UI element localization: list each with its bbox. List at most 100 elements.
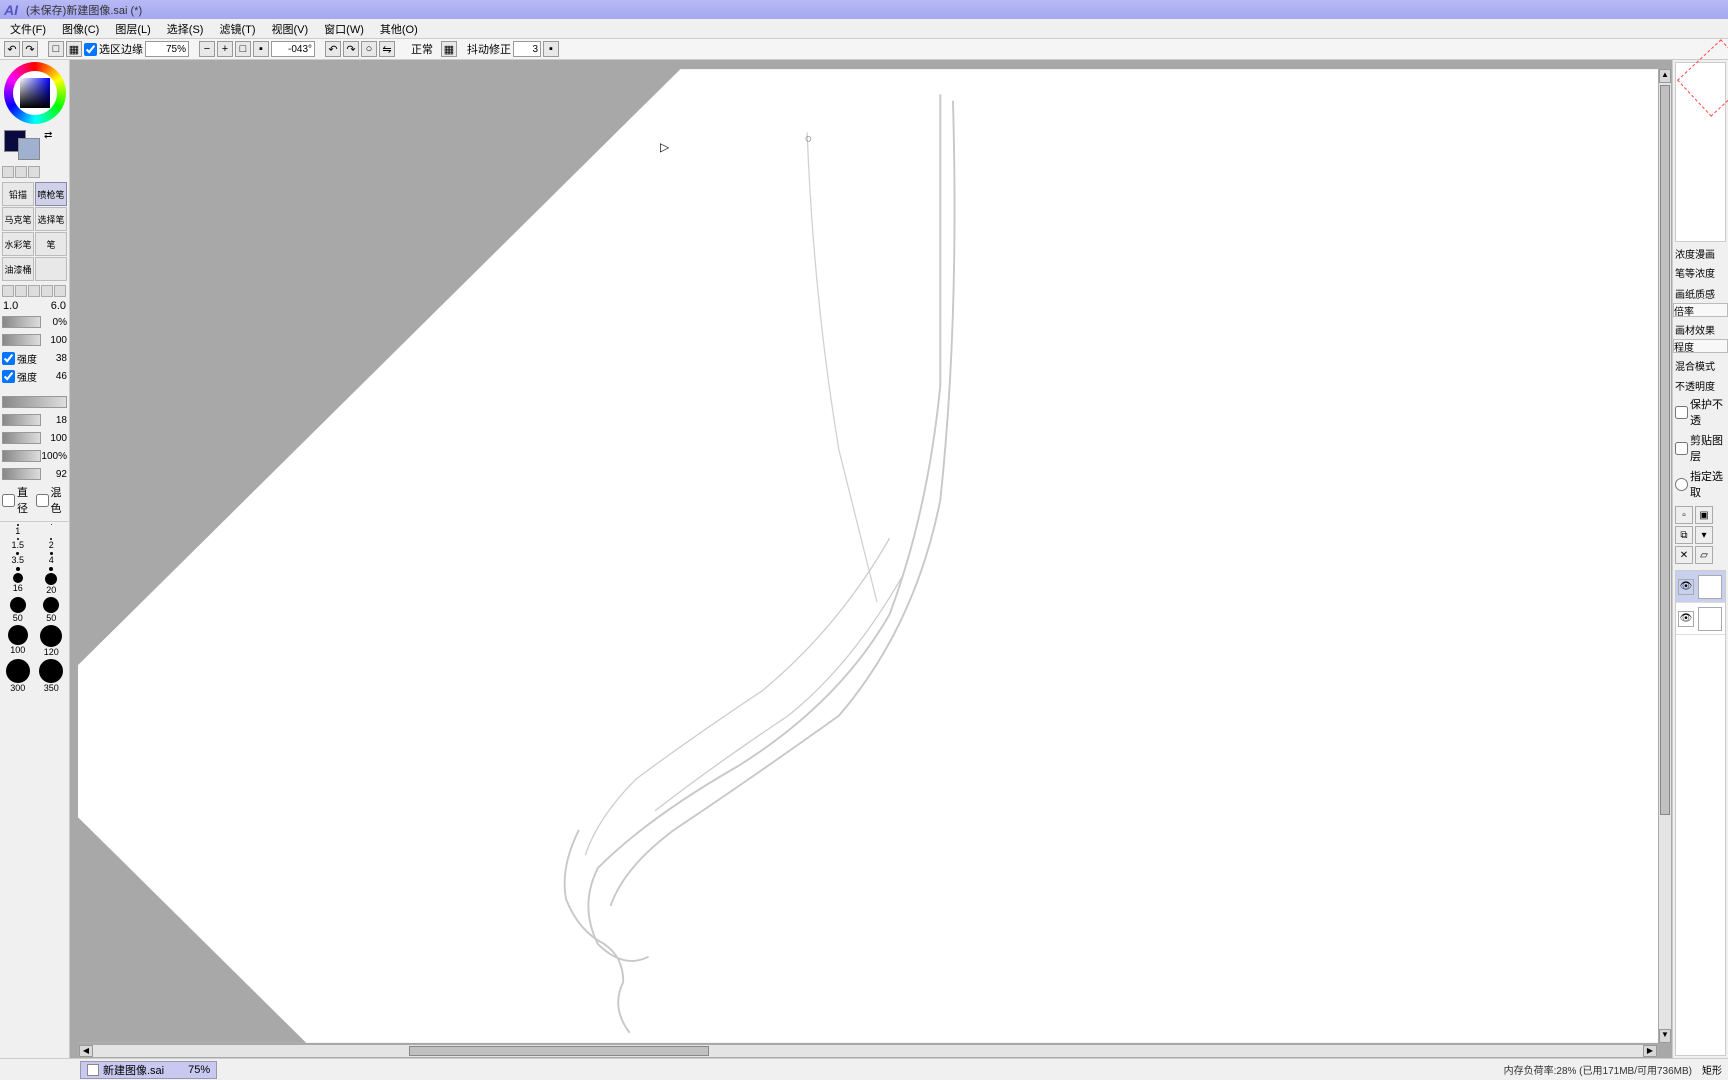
mode-icon-1[interactable] [2,166,14,178]
brush-preset[interactable] [36,567,68,571]
clip-layer-checkbox[interactable] [1675,442,1688,455]
brush-shape-1[interactable] [2,285,14,297]
brush-preset[interactable]: 20 [36,573,68,595]
brush-shape-5[interactable] [54,285,66,297]
menu-layer[interactable]: 图层(L) [107,19,158,39]
canvas-viewport[interactable]: ▷ [78,68,1658,1044]
slider-min-size[interactable]: 0% [2,314,67,330]
deselect-button[interactable]: □ [48,41,64,57]
vertical-scroll-thumb[interactable] [1660,85,1670,815]
brush-preset[interactable]: 100 [2,625,34,657]
menu-image[interactable]: 图像(C) [54,19,107,39]
slider-intensity-2[interactable]: 强度46 [2,368,67,384]
merge-down-button[interactable]: ▾ [1695,526,1713,544]
color-wheel[interactable] [4,62,66,124]
selection-edge-checkbox[interactable] [84,43,97,56]
slider-brush-size[interactable]: 18 [2,412,67,428]
new-layer-button[interactable]: ▫ [1675,506,1693,524]
nav-option-2[interactable]: 笔等浓度 [1675,265,1726,280]
brush-preset[interactable]: 16 [2,573,34,595]
mode-icon-2[interactable] [15,166,27,178]
layer-item-1[interactable]: 👁 [1676,571,1725,603]
menu-window[interactable]: 窗口(W) [316,19,372,39]
slider-flow[interactable]: 100% [2,448,67,464]
brush-preset[interactable]: 3.5 [2,552,34,565]
duplicate-layer-button[interactable]: ⧉ [1675,526,1693,544]
stabilizer-button[interactable]: ▪ [543,41,559,57]
tool-bucket[interactable]: 油漆桶 [2,257,34,281]
tool-airbrush[interactable]: 喷枪笔 [35,182,67,206]
rotate-reset-button[interactable]: ○ [361,41,377,57]
clear-layer-button[interactable]: ▱ [1695,546,1713,564]
menu-other[interactable]: 其他(O) [372,19,426,39]
tool-marker[interactable]: 马克笔 [2,207,34,231]
document-tab[interactable]: 新建图像.sai 75% [80,1061,217,1079]
brush-preset[interactable]: 2 [36,538,68,550]
horizontal-scrollbar[interactable]: ◀ ▶ [78,1044,1658,1058]
menu-file[interactable]: 文件(F) [2,19,54,39]
brush-preset[interactable]: 1.5 [2,538,34,550]
menu-view[interactable]: 视图(V) [264,19,317,39]
brush-preset[interactable]: 350 [36,659,68,693]
navigator[interactable] [1675,62,1726,242]
menu-select[interactable]: 选择(S) [159,19,212,39]
scroll-left-arrow-icon[interactable]: ◀ [79,1045,93,1057]
paper-texture-input[interactable] [1673,303,1728,317]
horizontal-scroll-thumb[interactable] [409,1046,709,1056]
slider-extra-1[interactable] [2,394,67,410]
brush-preset[interactable] [2,567,34,571]
zoom-input[interactable] [145,41,189,57]
zoom-fit-button[interactable]: □ [235,41,251,57]
diameter-checkbox[interactable] [2,494,15,507]
brush-preset[interactable]: 50 [2,597,34,623]
tool-watercolor[interactable]: 水彩笔 [2,232,34,256]
nav-option-1[interactable]: 浓度漫画 [1675,246,1726,261]
select-source-radio[interactable] [1675,478,1688,491]
slider-extra-2[interactable]: 92 [2,466,67,482]
zoom-out-button[interactable]: − [199,41,215,57]
mode-icon-3[interactable] [28,166,40,178]
menu-filter[interactable]: 滤镜(T) [211,19,263,39]
layer-visibility-icon[interactable]: 👁 [1678,611,1694,627]
undo-button[interactable]: ↶ [4,41,20,57]
canvas-content[interactable] [78,68,1658,1044]
swap-colors-icon[interactable]: ⇄ [44,130,52,160]
invert-selection-button[interactable]: ▦ [66,41,82,57]
mode-toggle-button[interactable]: ▦ [441,41,457,57]
slider-density[interactable]: 100 [2,332,67,348]
vertical-scrollbar[interactable]: ▲ ▼ [1658,68,1672,1044]
brush-preset[interactable]: 50 [36,597,68,623]
slider-opacity[interactable]: 100 [2,430,67,446]
slider-intensity-1[interactable]: 强度38 [2,350,67,366]
tool-select-pen[interactable]: 选择笔 [35,207,67,231]
stabilizer-input[interactable] [513,41,541,57]
rotation-input[interactable] [271,41,315,57]
brush-shape-2[interactable] [15,285,27,297]
tool-pen[interactable]: 笔 [35,232,67,256]
blending-checkbox[interactable] [36,494,49,507]
zoom-in-button[interactable]: + [217,41,233,57]
scroll-up-arrow-icon[interactable]: ▲ [1659,69,1671,83]
layer-visibility-icon[interactable]: 👁 [1678,579,1694,595]
background-color-swatch[interactable] [18,138,40,160]
redo-button[interactable]: ↷ [22,41,38,57]
rotate-cw-button[interactable]: ↷ [343,41,359,57]
brush-preset[interactable]: 120 [36,625,68,657]
selection-edge-toggle[interactable]: 选区边缘 [84,41,143,57]
tool-pencil[interactable]: 铅描 [2,182,34,206]
scroll-down-arrow-icon[interactable]: ▼ [1659,1029,1671,1043]
brush-preset[interactable]: 4 [36,552,68,565]
rotate-ccw-button[interactable]: ↶ [325,41,341,57]
delete-layer-button[interactable]: ✕ [1675,546,1693,564]
scroll-right-arrow-icon[interactable]: ▶ [1643,1045,1657,1057]
layer-item-2[interactable]: 👁 [1676,603,1725,635]
protect-alpha-checkbox[interactable] [1675,406,1688,419]
brush-preset[interactable]: 1 [2,524,34,536]
new-folder-button[interactable]: ▣ [1695,506,1713,524]
flip-horizontal-button[interactable]: ⇋ [379,41,395,57]
brush-preset[interactable]: 300 [2,659,34,693]
zoom-actual-button[interactable]: ▪ [253,41,269,57]
brush-shape-3[interactable] [28,285,40,297]
material-effect-input[interactable] [1673,339,1728,353]
tool-empty[interactable] [35,257,67,281]
